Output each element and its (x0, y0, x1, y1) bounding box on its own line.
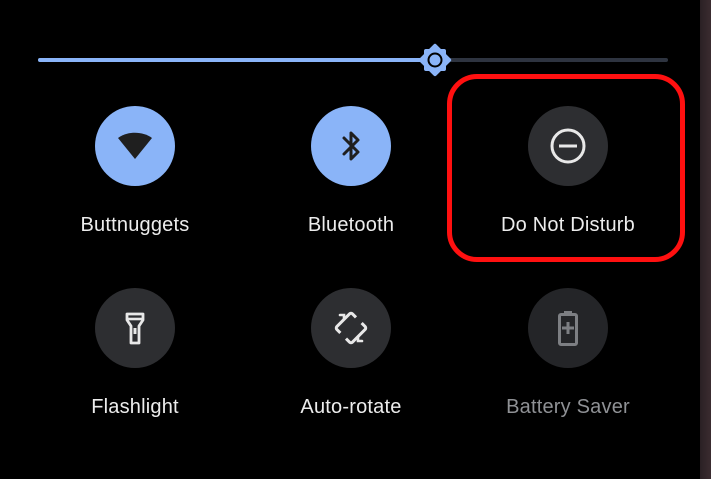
flashlight-tile-label: Flashlight (91, 396, 179, 418)
window-edge (700, 0, 711, 479)
bluetooth-icon (342, 131, 360, 161)
bluetooth-tile-label: Bluetooth (307, 214, 395, 236)
battery-saver-toggle-button[interactable] (528, 288, 608, 368)
auto-rotate-icon (334, 311, 368, 345)
quick-settings-panel: Buttnuggets Bluetooth Do Not Disturb Fla… (0, 0, 700, 479)
do-not-disturb-icon (550, 128, 586, 164)
wifi-toggle-button[interactable] (95, 106, 175, 186)
auto-rotate-toggle-button[interactable] (311, 288, 391, 368)
brightness-icon (418, 43, 452, 77)
bluetooth-tile[interactable]: Bluetooth (251, 106, 451, 256)
wifi-tile-label: Buttnuggets (80, 214, 190, 236)
brightness-slider-thumb[interactable] (415, 40, 455, 80)
wifi-icon (118, 132, 152, 159)
battery-saver-icon (558, 311, 578, 346)
do-not-disturb-tile[interactable]: Do Not Disturb (468, 106, 668, 256)
auto-rotate-tile[interactable]: Auto-rotate (251, 288, 451, 438)
flashlight-toggle-button[interactable] (95, 288, 175, 368)
auto-rotate-tile-label: Auto-rotate (300, 396, 402, 418)
do-not-disturb-toggle-button[interactable] (528, 106, 608, 186)
wifi-tile[interactable]: Buttnuggets (35, 106, 235, 256)
flashlight-tile[interactable]: Flashlight (35, 288, 235, 438)
flashlight-icon (125, 312, 145, 345)
do-not-disturb-tile-label: Do Not Disturb (501, 214, 635, 236)
brightness-slider[interactable] (38, 43, 668, 77)
battery-saver-tile-label: Battery Saver (506, 396, 630, 418)
bluetooth-toggle-button[interactable] (311, 106, 391, 186)
brightness-slider-fill (38, 58, 435, 62)
battery-saver-tile[interactable]: Battery Saver (468, 288, 668, 438)
